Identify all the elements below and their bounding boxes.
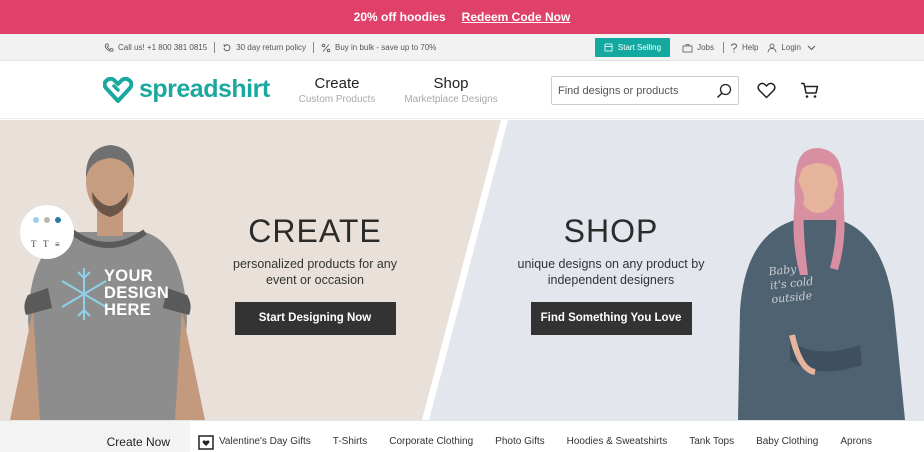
jobs-link[interactable]: Jobs [682, 43, 714, 53]
login-label: Login [781, 43, 801, 52]
category-label: Valentine's Day Gifts [219, 436, 311, 447]
svg-text:T: T [31, 239, 37, 249]
search-icon[interactable] [716, 83, 732, 99]
create-description: personalized products for any event or o… [215, 256, 415, 288]
percent-icon [321, 43, 331, 52]
divider [722, 42, 724, 53]
help-label: Help [741, 43, 759, 52]
hero-banner: T T ≡ YOUR DESIGN HERE Baby it's cold ou… [0, 120, 924, 420]
question-icon [731, 43, 737, 52]
category-tshirts[interactable]: T-Shirts [333, 436, 367, 447]
svg-text:≡: ≡ [55, 240, 60, 249]
nav-shop-subtitle: Marketplace Designs [404, 94, 498, 105]
shop-heading: SHOP [563, 213, 659, 249]
nav-create-title: Create [314, 75, 360, 92]
start-selling-button[interactable]: Start Selling [594, 38, 671, 57]
tshirt-print-line: YOUR [104, 267, 153, 285]
promo-headline: 20% off hoodies [353, 10, 446, 24]
category-list: Valentine's Day Gifts T-Shirts Corporate… [198, 421, 894, 452]
shop-description-line: independent designers [547, 273, 675, 287]
cart-icon[interactable] [800, 82, 819, 99]
create-description-line: event or occasion [266, 273, 364, 287]
hoodie-print-text: Baby it's cold outside [768, 261, 816, 307]
category-baby[interactable]: Baby Clothing [756, 436, 818, 447]
bulk-discount[interactable]: Buy in bulk - save up to 70% [321, 43, 436, 53]
spreadshirt-logo[interactable]: spreadshirt [103, 75, 270, 104]
search-box [551, 76, 739, 105]
phone-icon [104, 43, 114, 52]
divider [313, 42, 315, 53]
redeem-code-link[interactable]: Redeem Code Now [462, 10, 571, 24]
main-header: spreadshirt Create Custom Products Shop … [0, 61, 924, 119]
tshirt-print-line: HERE [104, 301, 152, 319]
start-selling-label: Start Selling [617, 43, 662, 52]
create-description-line: personalized products for any [233, 257, 397, 271]
nav-shop[interactable]: Shop Marketplace Designs [404, 75, 498, 105]
svg-text:T: T [43, 239, 49, 249]
logo-text: spreadshirt [139, 75, 270, 103]
user-icon [768, 43, 777, 53]
shop-description: unique designs on any product by indepen… [506, 256, 716, 288]
tshirt-print-line: DESIGN [104, 284, 170, 302]
category-hoodies[interactable]: Hoodies & Sweatshirts [567, 436, 668, 447]
return-text: 30 day return policy [236, 43, 307, 52]
phone-contact[interactable]: Call us! +1 800 381 0815 [104, 43, 207, 53]
create-heading: CREATE [248, 213, 382, 249]
login-dropdown[interactable]: Login [767, 43, 820, 53]
phone-text: Call us! +1 800 381 0815 [118, 43, 208, 52]
store-icon [604, 43, 613, 52]
help-link[interactable]: Help [730, 43, 758, 53]
category-bar: Create Now Valentine's Day Gifts T-Shirt… [0, 420, 924, 452]
return-policy[interactable]: 30 day return policy [222, 43, 306, 53]
shop-panel: SHOP unique designs on any product by in… [506, 213, 716, 335]
briefcase-icon [682, 43, 693, 52]
nav-shop-title: Shop [433, 75, 469, 92]
start-designing-button[interactable]: Start Designing Now [234, 302, 396, 335]
category-corporate[interactable]: Corporate Clothing [389, 436, 473, 447]
chevron-down-icon [807, 45, 816, 50]
search-input[interactable] [552, 78, 712, 103]
return-icon [223, 43, 231, 51]
logo-heart-icon [103, 76, 133, 103]
shop-description-line: unique designs on any product by [517, 257, 705, 271]
category-aprons[interactable]: Aprons [840, 436, 872, 447]
jobs-label: Jobs [697, 43, 714, 52]
divider [214, 42, 216, 53]
calendar-heart-icon [198, 434, 214, 450]
category-photo-gifts[interactable]: Photo Gifts [495, 436, 544, 447]
heart-icon[interactable] [757, 82, 776, 99]
nav-create[interactable]: Create Custom Products [298, 75, 376, 105]
tshirt-print-text: YOUR DESIGN HERE [104, 268, 169, 319]
create-panel: CREATE personalized products for any eve… [215, 213, 415, 335]
category-valentines[interactable]: Valentine's Day Gifts [198, 434, 311, 450]
utility-bar: Call us! +1 800 381 0815 30 day return p… [0, 34, 924, 61]
category-tank-tops[interactable]: Tank Tops [689, 436, 734, 447]
bulk-text: Buy in bulk - save up to 70% [335, 43, 437, 52]
find-something-button[interactable]: Find Something You Love [530, 302, 692, 335]
promo-banner: 20% off hoodies Redeem Code Now [0, 0, 924, 34]
create-now-tab[interactable]: Create Now [0, 421, 190, 452]
nav-create-subtitle: Custom Products [298, 94, 376, 105]
